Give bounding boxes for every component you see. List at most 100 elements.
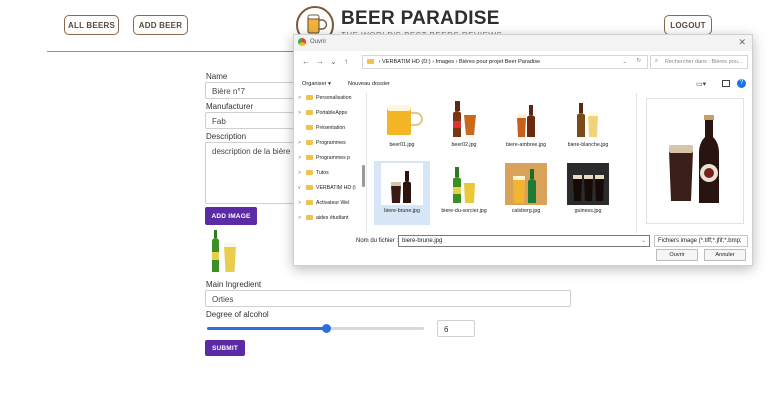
filename-row: Nom du fichier : biere-brune.jpg ⌄ Fichi… bbox=[294, 235, 752, 249]
nav-item-label: Activateur Wel bbox=[316, 200, 350, 206]
file-name: biere-ambree.jpg bbox=[505, 142, 547, 148]
up-arrow-icon[interactable]: ↑ bbox=[344, 57, 348, 66]
help-icon[interactable]: ? bbox=[737, 79, 746, 88]
alcohol-slider-fill bbox=[207, 327, 327, 330]
nav-item-label: Programmes p bbox=[316, 155, 351, 161]
cancel-button[interactable]: Annuler bbox=[704, 249, 746, 261]
main-ingredient-input[interactable]: Orties bbox=[205, 290, 571, 307]
path-segment-images[interactable]: Images bbox=[436, 59, 454, 65]
address-bar[interactable]: › VERBATIM HD (D:) › Images › Bières pou… bbox=[362, 55, 648, 69]
image-preview-pane bbox=[646, 98, 744, 224]
alcohol-number-input[interactable]: 6 bbox=[437, 320, 475, 337]
alcohol-slider[interactable] bbox=[207, 324, 424, 333]
open-button[interactable]: Ouvrir bbox=[656, 249, 698, 261]
file-item[interactable]: biere-blanche.jpg bbox=[560, 95, 616, 159]
file-item[interactable]: biere-du-sorcier.jpg bbox=[436, 161, 492, 225]
file-type-value: Fichiers image (*.tiff;*.jfif;*.bmp; bbox=[658, 238, 742, 244]
folder-icon bbox=[306, 140, 313, 146]
file-item[interactable]: biere-ambree.jpg bbox=[498, 95, 554, 159]
search-input[interactable]: ⌕ Rechercher dans : Bières pou... bbox=[650, 55, 748, 69]
nav-item[interactable]: > Tutos bbox=[298, 170, 364, 182]
chevron-down-icon[interactable]: ⌄ bbox=[641, 237, 646, 244]
expand-chevron-icon[interactable]: > bbox=[298, 170, 306, 176]
preview-pane-icon[interactable] bbox=[722, 80, 730, 87]
chevron-down-icon[interactable]: ⌄ bbox=[330, 57, 337, 66]
file-type-select[interactable]: Fichiers image (*.tiff;*.jfif;*.bmp; bbox=[654, 235, 748, 247]
file-thumbnail bbox=[567, 97, 609, 139]
path-segment-folder[interactable]: Bières pour projet Beer Paradise bbox=[459, 59, 540, 65]
dialog-titlebar[interactable]: Ouvrir ✕ bbox=[294, 35, 752, 51]
add-beer-page: ALL BEERS ADD BEER BEER PARADISE THE WOR… bbox=[0, 0, 768, 417]
expand-chevron-icon[interactable]: > bbox=[298, 155, 306, 161]
chevron-down-icon[interactable]: ⌄ bbox=[622, 59, 627, 65]
back-arrow-icon[interactable]: ← bbox=[302, 57, 310, 66]
nav-item[interactable]: Présentation bbox=[298, 125, 364, 137]
file-thumbnail bbox=[381, 163, 423, 205]
path-segment-drive[interactable]: VERBATIM HD (D:) bbox=[382, 59, 431, 65]
file-item[interactable]: calsberg.jpg bbox=[498, 161, 554, 225]
nav-item[interactable]: > Programmes p bbox=[298, 155, 364, 167]
filename-input[interactable]: biere-brune.jpg ⌄ bbox=[398, 235, 650, 247]
expand-chevron-icon[interactable]: > bbox=[298, 95, 306, 101]
logout-button[interactable]: LOGOUT bbox=[664, 15, 712, 35]
expand-chevron-icon[interactable]: > bbox=[298, 200, 306, 206]
folder-icon bbox=[306, 95, 313, 101]
refresh-icon[interactable]: ↻ bbox=[636, 58, 641, 64]
navigation-pane: > Personalisation > PortableApps Présentatio… bbox=[298, 93, 364, 229]
folder-icon bbox=[306, 125, 313, 131]
description-label: Description bbox=[206, 132, 247, 141]
file-item[interactable]: beer01.jpg bbox=[374, 95, 430, 159]
folder-icon bbox=[367, 59, 374, 65]
submit-button[interactable]: SUBMIT bbox=[205, 340, 245, 356]
nav-item-label: Présentation bbox=[316, 125, 346, 131]
nav-item[interactable]: > Programmes bbox=[298, 140, 364, 152]
expand-chevron-icon[interactable]: > bbox=[298, 110, 306, 116]
folder-icon bbox=[306, 185, 313, 191]
file-name: biere-brune.jpg bbox=[384, 208, 420, 214]
forward-arrow-icon[interactable]: → bbox=[316, 57, 324, 66]
file-name: beer01.jpg bbox=[389, 142, 415, 148]
folder-icon bbox=[306, 155, 313, 161]
dialog-title: Ouvrir bbox=[310, 39, 327, 45]
dialog-toolbar: Organiser ▾ Nouveau dossier ▭▾ ? bbox=[294, 78, 752, 92]
file-item[interactable]: biere-brune.jpg bbox=[374, 161, 430, 225]
file-item[interactable]: beer02.jpg bbox=[436, 95, 492, 159]
close-icon[interactable]: ✕ bbox=[738, 37, 746, 48]
file-name: guiness.jpg bbox=[574, 208, 602, 214]
expand-chevron-icon[interactable]: v bbox=[298, 185, 306, 191]
nav-item[interactable]: > PortableApps bbox=[298, 110, 364, 122]
file-thumbnail bbox=[505, 97, 547, 139]
nav-item[interactable]: > aides étudiant bbox=[298, 215, 364, 227]
nav-item-label: Programmes bbox=[316, 140, 346, 146]
preview-divider bbox=[636, 93, 637, 233]
view-options-icon[interactable]: ▭▾ bbox=[696, 80, 706, 88]
nav-item-label: Personalisation bbox=[316, 95, 352, 101]
main-ingredient-label: Main Ingredient bbox=[206, 280, 262, 289]
file-thumbnail bbox=[567, 163, 609, 205]
nav-divider bbox=[366, 93, 367, 233]
nav-item[interactable]: v VERBATIM HD (I bbox=[298, 185, 364, 197]
alcohol-slider-thumb[interactable] bbox=[322, 324, 332, 333]
nav-scrollbar-thumb[interactable] bbox=[362, 165, 365, 187]
expand-chevron-icon[interactable]: > bbox=[298, 140, 306, 146]
beer-preview-image bbox=[647, 99, 743, 223]
add-beer-button[interactable]: ADD BEER bbox=[133, 15, 188, 35]
nav-item[interactable]: > Personalisation bbox=[298, 95, 364, 107]
file-item[interactable]: guiness.jpg bbox=[560, 161, 616, 225]
brand-title: BEER PARADISE bbox=[341, 8, 500, 29]
header-divider bbox=[47, 51, 307, 52]
manufacturer-label: Manufacturer bbox=[206, 102, 254, 111]
filename-value: biere-brune.jpg bbox=[402, 238, 443, 244]
expand-chevron-icon[interactable]: > bbox=[298, 215, 306, 221]
add-image-button[interactable]: ADD IMAGE bbox=[205, 207, 257, 225]
organize-menu[interactable]: Organiser ▾ bbox=[302, 81, 331, 87]
new-folder-button[interactable]: Nouveau dossier bbox=[348, 81, 390, 87]
file-name: beer02.jpg bbox=[451, 142, 477, 148]
folder-icon bbox=[306, 215, 313, 221]
all-beers-button[interactable]: ALL BEERS bbox=[64, 15, 119, 35]
nav-item[interactable]: > Activateur Wel bbox=[298, 200, 364, 212]
folder-icon bbox=[306, 200, 313, 206]
nav-item-label: PortableApps bbox=[316, 110, 348, 116]
folder-icon bbox=[306, 170, 313, 176]
alcohol-label: Degree of alcohol bbox=[206, 310, 269, 319]
